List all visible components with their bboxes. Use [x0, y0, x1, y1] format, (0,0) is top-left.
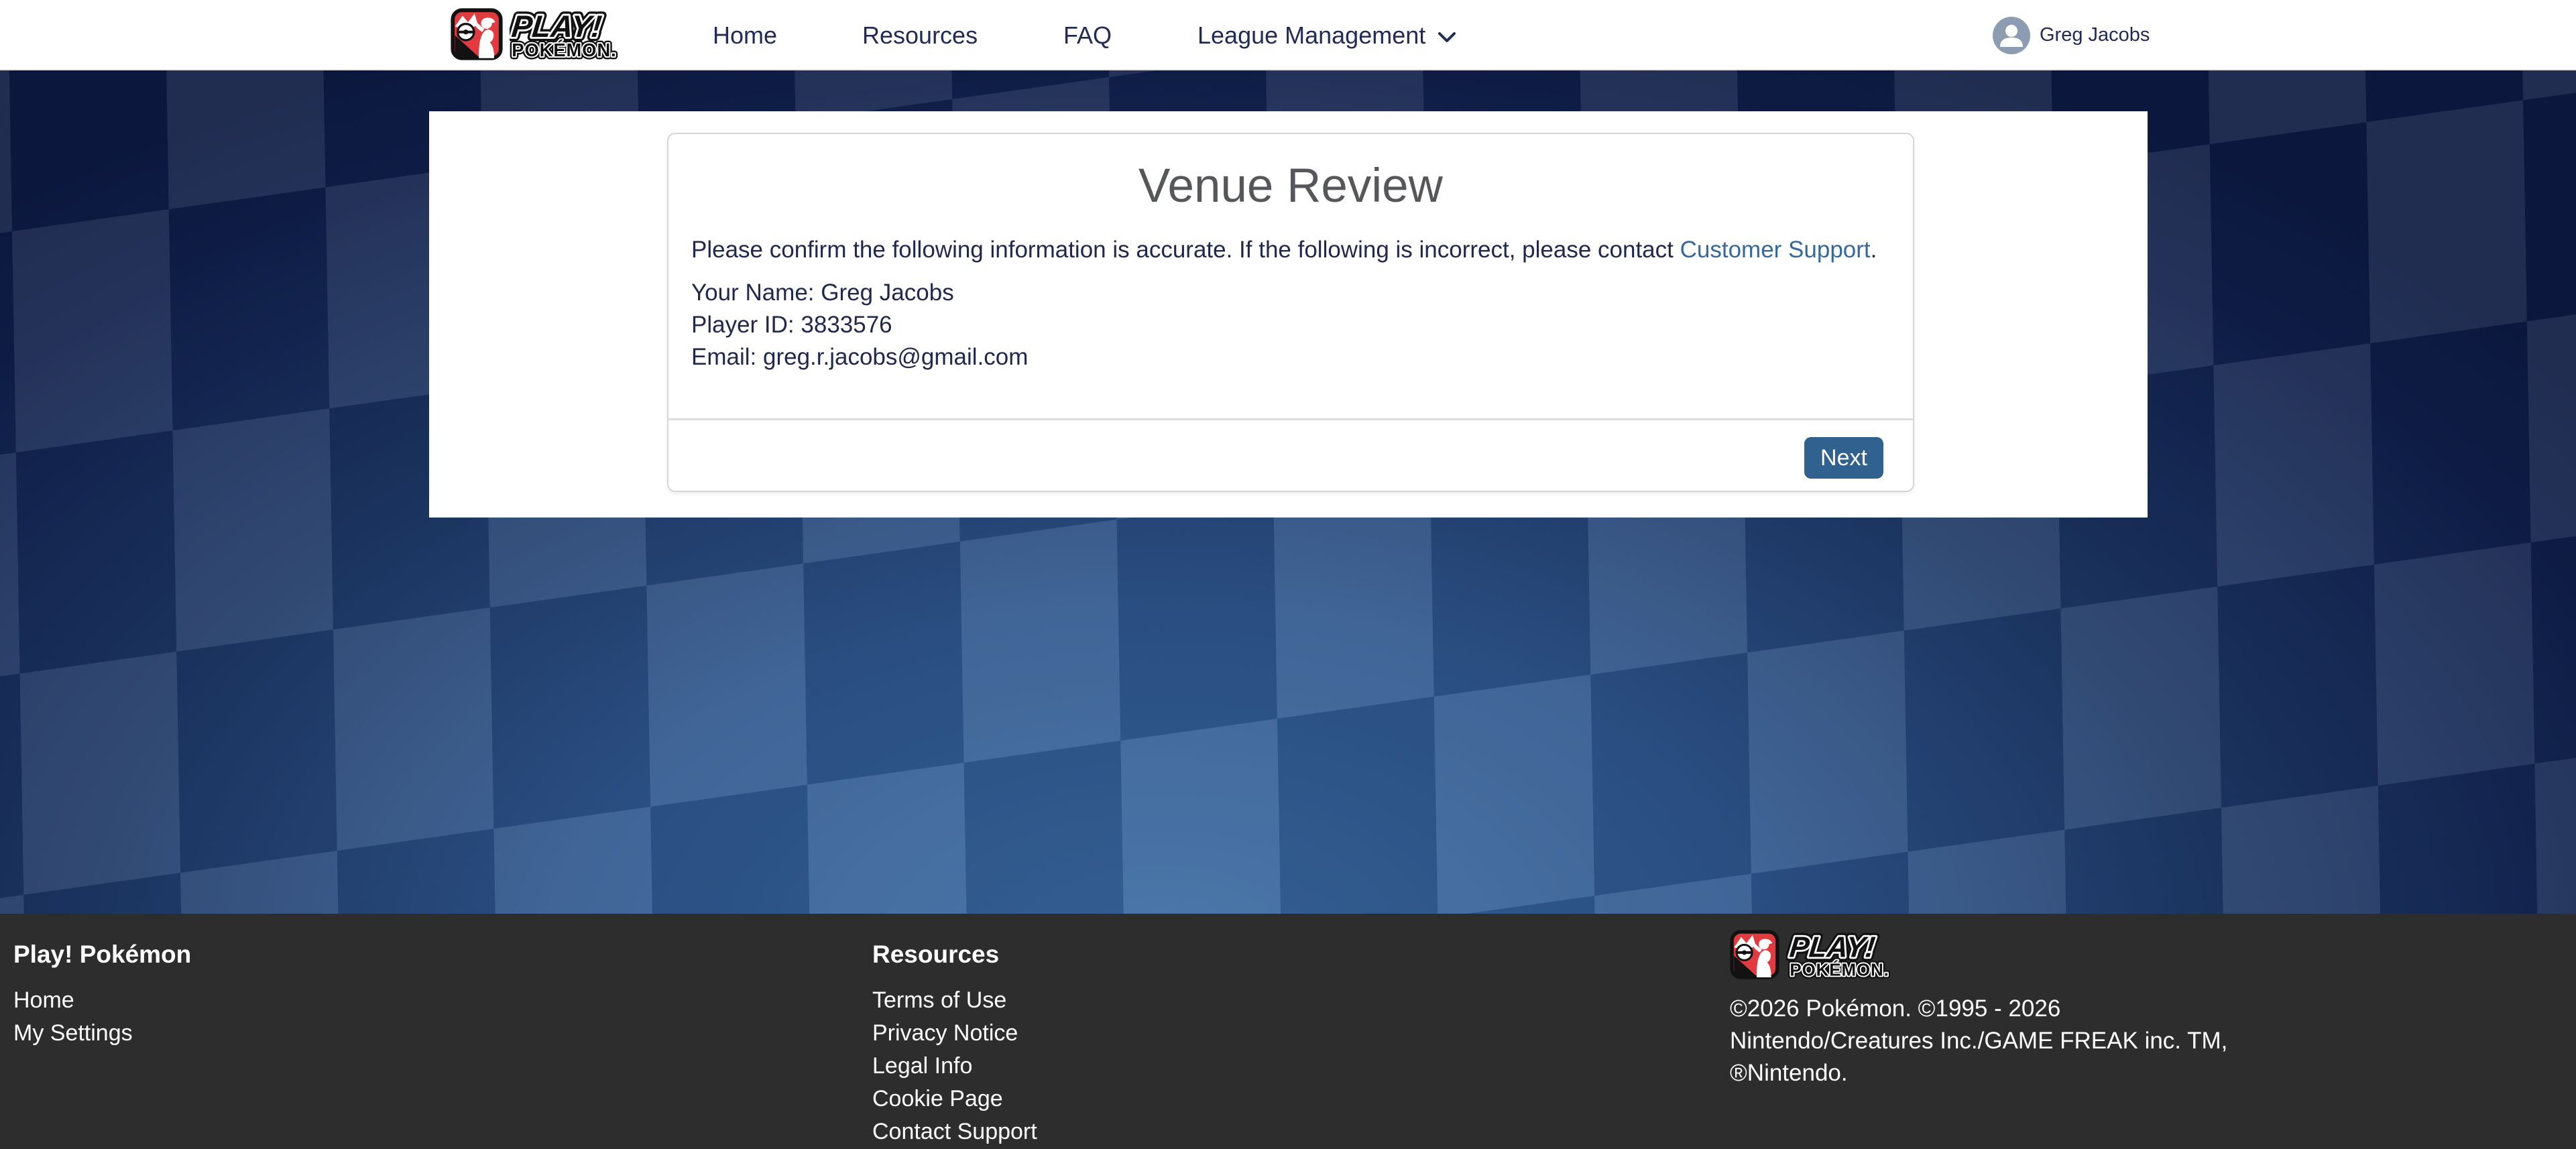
nav-item-league-management-label: League Management [1197, 21, 1425, 50]
footer-column-play-pokemon: Play! Pokémon Home My Settings [13, 941, 191, 1054]
footer-column-resources: Resources Terms of Use Privacy Notice Le… [872, 941, 1037, 1149]
customer-support-link[interactable]: Customer Support [1680, 237, 1871, 263]
info-value: Greg Jacobs [821, 280, 953, 306]
venue-review-card: Venue Review Please confirm the followin… [667, 133, 1914, 492]
player-info: Your Name: Greg Jacobs Player ID: 383357… [691, 277, 1890, 373]
footer-play-pokemon-logo: PLAY! PLAY! POKÉMON. POKÉMON. [1730, 930, 2227, 979]
user-name: Greg Jacobs [2040, 24, 2150, 46]
confirm-text: Please confirm the following information… [691, 233, 1890, 266]
play-pokemon-emblem-icon [1730, 930, 1779, 979]
checkered-background: Venue Review Please confirm the followin… [0, 70, 2576, 914]
card-footer: Next [668, 418, 1913, 491]
footer-link-my-settings[interactable]: My Settings [13, 1022, 191, 1044]
svg-text:PLAY!: PLAY! [510, 9, 603, 44]
footer-link-terms-of-use[interactable]: Terms of Use [872, 989, 1037, 1012]
copyright-line: ©2026 Pokémon. ©1995 - 2026 [1730, 993, 2227, 1025]
content-sheet: Venue Review Please confirm the followin… [429, 111, 2148, 518]
info-label: Your Name: [691, 280, 815, 306]
play-pokemon-logo[interactable]: PLAY! PLAY! POKÉMON. POKÉMON. [451, 8, 660, 60]
svg-text:POKÉMON.: POKÉMON. [512, 40, 616, 60]
footer-link-privacy-notice[interactable]: Privacy Notice [872, 1022, 1037, 1044]
footer-link-contact-support[interactable]: Contact Support [872, 1120, 1037, 1143]
play-pokemon-emblem-icon [451, 8, 503, 60]
info-line-name: Your Name: Greg Jacobs [691, 277, 1890, 309]
footer-link-cookie-page[interactable]: Cookie Page [872, 1087, 1037, 1110]
top-nav-bar: PLAY! PLAY! POKÉMON. POKÉMON. Home Resou… [0, 0, 2576, 70]
nav-item-league-management[interactable]: League Management [1197, 0, 1458, 70]
svg-text:PLAY!: PLAY! [1788, 932, 1877, 964]
play-pokemon-wordmark: PLAY! PLAY! POKÉMON. POKÉMON. [510, 8, 660, 60]
info-label: Player ID: [691, 312, 795, 338]
page-title: Venue Review [691, 134, 1890, 213]
info-line-email: Email: greg.r.jacobs@gmail.com [691, 341, 1890, 373]
venue-review-card-body: Venue Review Please confirm the followin… [668, 134, 1913, 418]
nav-item-resources[interactable]: Resources [862, 0, 978, 70]
nav-item-faq[interactable]: FAQ [1063, 0, 1112, 70]
info-line-player-id: Player ID: 3833576 [691, 309, 1890, 341]
site-footer: Play! Pokémon Home My Settings Resources… [0, 914, 2576, 1149]
nav-item-home[interactable]: Home [713, 0, 777, 70]
info-value: greg.r.jacobs@gmail.com [763, 344, 1028, 370]
footer-column-legal: PLAY! PLAY! POKÉMON. POKÉMON. ©2026 Poké… [1730, 930, 2227, 1089]
confirm-text-before: Please confirm the following information… [691, 237, 1674, 263]
play-pokemon-wordmark: PLAY! PLAY! POKÉMON. POKÉMON. [1786, 930, 1932, 979]
confirm-text-after: . [1871, 237, 1877, 263]
user-avatar-icon [1993, 17, 2030, 54]
info-value: 3833576 [801, 312, 892, 338]
footer-heading-resources: Resources [872, 941, 1037, 969]
chevron-down-icon [1436, 30, 1458, 45]
svg-text:POKÉMON.: POKÉMON. [1790, 960, 1889, 979]
footer-link-home[interactable]: Home [13, 989, 191, 1012]
copyright-line: Nintendo/Creatures Inc./GAME FREAK inc. … [1730, 1025, 2227, 1057]
next-button[interactable]: Next [1804, 437, 1883, 479]
copyright-line: ®Nintendo. [1730, 1057, 2227, 1089]
info-label: Email: [691, 344, 756, 370]
page: PLAY! PLAY! POKÉMON. POKÉMON. Home Resou… [0, 0, 2576, 1149]
user-menu[interactable]: Greg Jacobs [1993, 0, 2150, 70]
copyright-text: ©2026 Pokémon. ©1995 - 2026 Nintendo/Cre… [1730, 993, 2227, 1089]
footer-link-legal-info[interactable]: Legal Info [872, 1054, 1037, 1077]
footer-heading-play-pokemon: Play! Pokémon [13, 941, 191, 969]
